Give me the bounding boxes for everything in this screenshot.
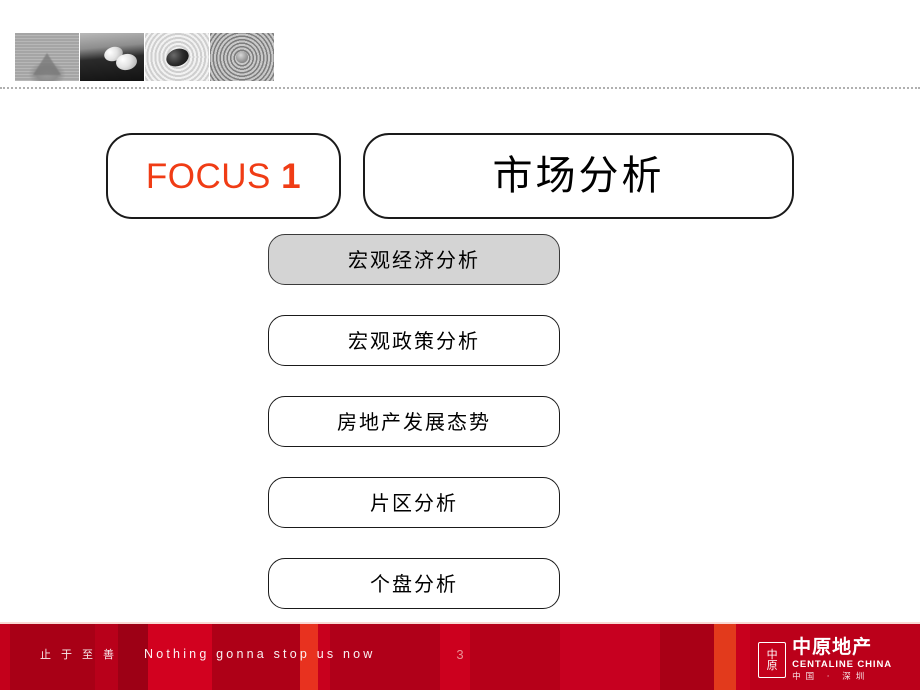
header-thumbnail-row [15,33,274,81]
centaline-logo-mark-icon: 中 原 [758,641,787,678]
centaline-logo-text: 中原地产 CENTALINE CHINA 中国 · 深圳 [792,638,892,681]
section-item-real-estate-trend[interactable]: 房地产发展态势 [268,396,560,447]
centaline-logo: 中 原 中原地产 CENTALINE CHINA 中国 · 深圳 [758,638,892,681]
logo-mark-top-char: 中 [766,647,778,661]
section-item-label: 个盘分析 [370,571,458,596]
focus-badge-label: FOCUS 1 [146,159,301,194]
footer-top-highlight-line [0,622,920,624]
water-rings-photo [210,33,274,81]
section-list: 宏观经济分析 宏观政策分析 房地产发展态势 片区分析 个盘分析 [268,234,560,639]
section-item-label: 片区分析 [370,490,458,515]
logo-name-en: CENTALINE CHINA [792,659,892,670]
focus-prefix-text: FOCUS [145,156,282,196]
section-item-district-analysis[interactable]: 片区分析 [268,477,560,528]
logo-region: 中国 · 深圳 [792,671,870,682]
section-item-label: 宏观政策分析 [348,328,480,353]
page-title: 市场分析 [492,153,665,199]
logo-name-cn: 中原地产 [792,636,873,658]
section-item-project-analysis[interactable]: 个盘分析 [268,558,560,609]
header-divider-dotted-line [0,87,920,89]
focus-number-text: 1 [281,156,302,196]
slide-footer: 止于至善 Nothing gonna stop us now 3 中 原 中原地… [0,622,920,690]
section-item-macro-policy[interactable]: 宏观政策分析 [268,315,560,366]
section-item-label: 宏观经济分析 [348,247,480,272]
section-item-label: 房地产发展态势 [337,409,491,434]
focus-badge[interactable]: FOCUS 1 [106,133,341,219]
header-banner [0,0,920,92]
dark-stone-ripple-photo [145,33,209,81]
section-item-macro-economy[interactable]: 宏观经济分析 [268,234,560,285]
logo-mark-bottom-char: 原 [766,658,778,672]
sand-cone-photo [15,33,79,81]
white-pebbles-photo [80,33,144,81]
slide-title-box[interactable]: 市场分析 [363,133,794,219]
